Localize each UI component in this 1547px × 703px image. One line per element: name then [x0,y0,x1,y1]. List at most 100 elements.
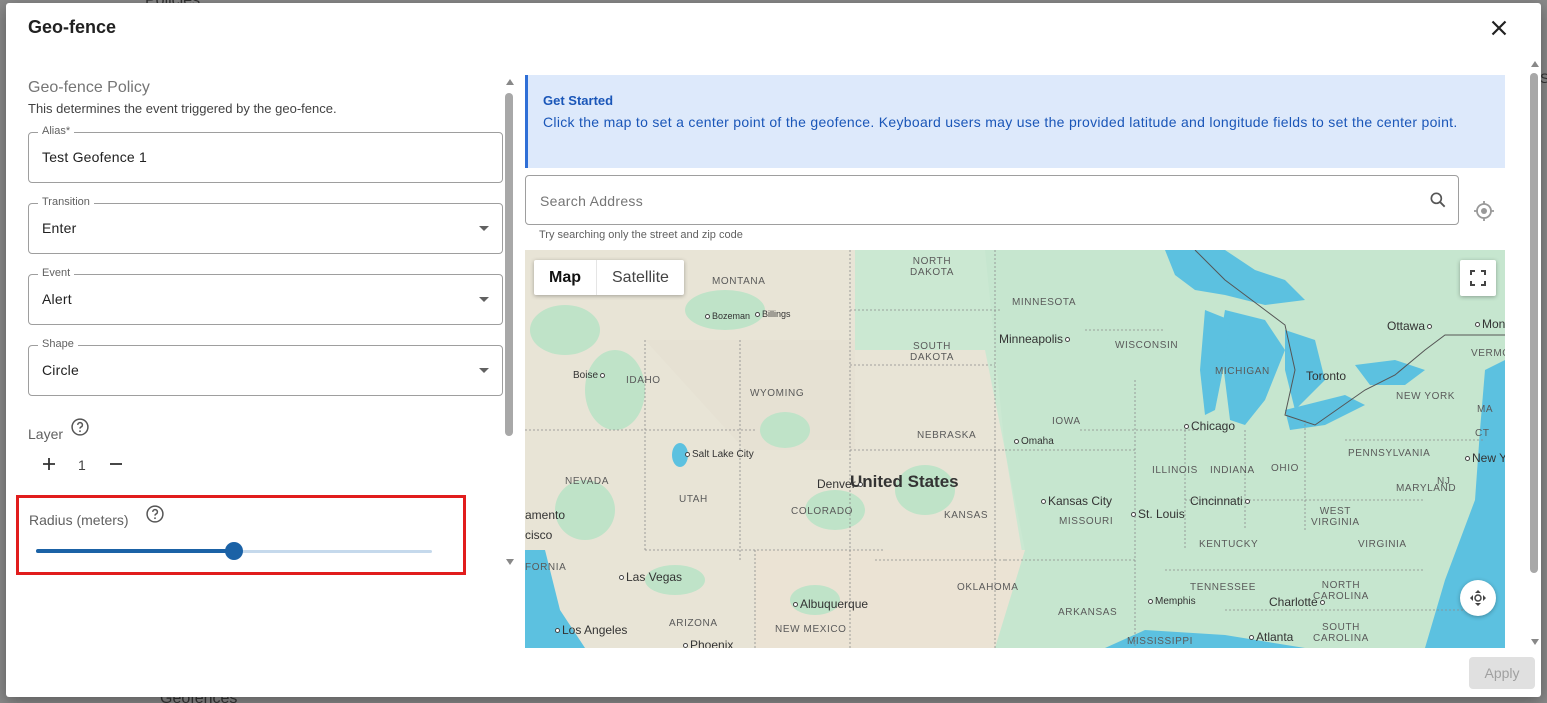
address-search-input[interactable]: Search Address [525,175,1459,225]
map-state-label: FORNIA [525,562,567,573]
alias-label: Alias* [38,125,75,137]
map-city-label: New Yo [1465,451,1505,465]
map-city-label: Minneapolis [999,332,1072,346]
apply-button[interactable]: Apply [1469,657,1535,689]
map-state-label: MONTANA [712,276,766,287]
dropdown-arrow-icon [479,297,489,302]
map-state-label: VERMO [1471,348,1505,359]
layer-decrement-button[interactable] [107,455,125,473]
radius-slider-thumb[interactable] [225,542,243,560]
scroll-up-arrow-icon[interactable] [506,79,514,85]
scrollbar-thumb[interactable] [505,93,513,436]
transition-select[interactable]: Transition Enter [28,196,503,254]
shape-value: Circle [42,362,79,378]
alias-value: Test Geofence 1 [42,149,147,165]
map-type-control: Map Satellite [534,260,684,295]
map-state-label: ILLINOIS [1152,465,1198,476]
my-location-icon[interactable] [1472,199,1496,223]
map-state-label: SOUTH CAROLINA [1313,622,1369,644]
map-view[interactable]: Map Satellite United States NORTH DAKOTA … [525,250,1505,648]
map-state-label: NORTH DAKOTA [910,256,954,278]
map-city-label: Los Angeles [555,623,627,637]
close-button[interactable] [1486,15,1512,41]
alias-field[interactable]: Alias* Test Geofence 1 [28,125,503,183]
map-city-label: Atlanta [1249,630,1293,644]
map-city-label: Ottawa [1387,319,1434,333]
pan-arrows-icon [1470,590,1486,606]
map-city-label: Denver [817,477,865,491]
background-right-text: S [1540,70,1547,86]
layer-value: 1 [78,457,86,473]
map-state-label: KANSAS [944,510,989,521]
policy-title: Geo-fence Policy [28,79,150,96]
layer-label: Layer [28,426,64,442]
search-icon[interactable] [1428,190,1448,210]
fullscreen-button[interactable] [1460,260,1496,296]
map-type-map-button[interactable]: Map [534,260,597,295]
scroll-down-arrow-icon[interactable] [506,559,514,565]
shape-select[interactable]: Shape Circle [28,338,503,396]
map-state-label: OKLAHOMA [957,582,1019,593]
map-state-label: NEW YORK [1396,391,1456,402]
map-state-label: SOUTH DAKOTA [910,341,954,363]
policy-description: This determines the event triggered by t… [28,101,337,116]
map-state-label: ARKANSAS [1058,607,1118,618]
geofence-dialog: Geo-fence Geo-fence Policy This determin… [6,3,1541,697]
plus-icon [43,458,55,470]
map-city-label: Bozeman [705,311,750,321]
map-state-label: NEBRASKA [917,430,977,441]
policy-scrollbar[interactable] [504,79,516,569]
map-state-label: PENNSYLVANIA [1348,448,1431,459]
radius-slider-track [36,549,234,553]
dropdown-arrow-icon [479,226,489,231]
map-state-label: CT [1475,428,1490,439]
map-city-label: Omaha [1014,436,1054,447]
map-city-label: Chicago [1184,419,1235,433]
map-city-label: Las Vegas [619,570,682,584]
map-city-label: Albuquerque [793,597,868,611]
map-state-label: MINNESOTA [1012,297,1077,308]
policy-panel: Geo-fence Policy This determines the eve… [6,63,526,583]
map-state-label: INDIANA [1210,465,1255,476]
map-city-label: Kansas City [1041,494,1112,508]
map-type-satellite-button[interactable]: Satellite [597,260,684,295]
map-city-label: Boise [573,370,607,381]
radius-highlight-box: Radius (meters) [16,495,466,575]
layer-help-icon[interactable] [70,417,90,437]
map-city-label: Charlotte [1269,595,1327,609]
map-country-label: United States [850,472,959,491]
layer-increment-button[interactable] [40,455,58,473]
map-city-label: Billings [755,309,791,319]
map-city-label: Cincinnati [1190,494,1252,508]
transition-label: Transition [38,196,94,208]
event-value: Alert [42,291,72,307]
transition-value: Enter [42,220,77,236]
map-state-label: IOWA [1052,416,1081,427]
event-select[interactable]: Event Alert [28,267,503,325]
map-city-label: Salt Lake City [685,449,754,460]
dropdown-arrow-icon [479,368,489,373]
map-state-label: ARIZONA [669,618,718,629]
event-label: Event [38,267,75,279]
scrollbar-thumb[interactable] [1530,73,1538,573]
map-state-label: KENTUCKY [1199,539,1259,550]
scroll-up-arrow-icon[interactable] [1531,61,1539,67]
banner-title: Get Started [543,93,614,108]
scroll-down-arrow-icon[interactable] [1531,639,1539,645]
map-camera-control[interactable] [1460,580,1496,616]
map-state-label: WISCONSIN [1115,340,1179,351]
map-city-label: cisco [525,528,553,542]
map-state-label: MISSISSIPPI [1127,636,1194,647]
map-state-label: MA [1477,404,1494,415]
radius-help-icon[interactable] [145,504,165,524]
map-city-label: amento [525,508,566,522]
map-state-label: COLORADO [791,506,854,517]
minus-icon [110,463,122,465]
map-state-label: NJ [1437,476,1451,487]
shape-label: Shape [38,338,78,350]
map-state-label: MICHIGAN [1215,366,1270,377]
dialog-scrollbar[interactable] [1529,61,1541,651]
map-city-label: Mont [1475,317,1505,331]
map-state-label: NEW MEXICO [775,624,847,635]
map-state-label: IDAHO [626,375,661,386]
